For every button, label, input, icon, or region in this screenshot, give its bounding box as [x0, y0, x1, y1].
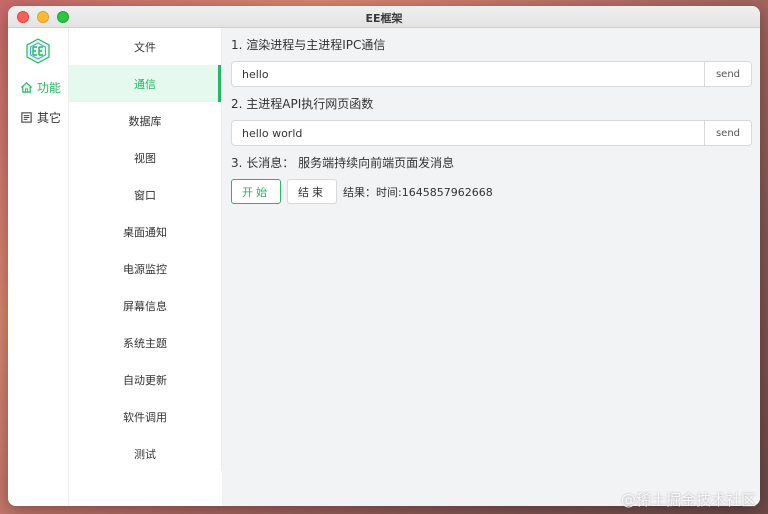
- submenu-item-communication[interactable]: 通信: [69, 65, 221, 102]
- long-message-controls: 开始 结束 结果：时间:1645857962668: [231, 179, 752, 204]
- submenu-item-system-theme[interactable]: 系统主题: [69, 324, 221, 361]
- app-body: 功能 其它 文件 通信 数据库 视图 窗口 桌面通知 电源监控 屏幕信息 系统主…: [8, 28, 760, 506]
- title-bar[interactable]: EE框架: [8, 6, 760, 28]
- rail-item-features[interactable]: 功能: [8, 72, 68, 102]
- ipc-input-group: send: [231, 61, 752, 87]
- submenu-item-file[interactable]: 文件: [69, 28, 221, 65]
- section-title-long-message: 3. 长消息： 服务端持续向前端页面发消息: [231, 156, 455, 170]
- main-content: 1. 渲染进程与主进程IPC通信 send 2. 主进程API执行网页函数 se…: [222, 28, 760, 506]
- rail-item-label: 其它: [37, 110, 62, 125]
- submenu-item-desktop-notification[interactable]: 桌面通知: [69, 213, 221, 250]
- app-window: EE框架 功能 其它 文件 通信 数据库 视图 窗口 桌面通知 电源监控 屏幕信…: [8, 6, 760, 506]
- api-send-button[interactable]: send: [704, 121, 751, 145]
- section-title-ipc: 1. 渲染进程与主进程IPC通信: [231, 38, 386, 52]
- submenu-item-screen-info[interactable]: 屏幕信息: [69, 287, 221, 324]
- app-logo-icon: [26, 38, 50, 64]
- rail-item-other[interactable]: 其它: [8, 102, 68, 132]
- submenu-item-database[interactable]: 数据库: [69, 102, 221, 139]
- submenu-item-power-monitor[interactable]: 电源监控: [69, 250, 221, 287]
- submenu-item-view[interactable]: 视图: [69, 139, 221, 176]
- start-button[interactable]: 开始: [231, 179, 281, 204]
- submenu-item-test[interactable]: 测试: [69, 435, 221, 472]
- api-message-input[interactable]: [232, 121, 704, 145]
- submenu-item-software-call[interactable]: 软件调用: [69, 398, 221, 435]
- window-title: EE框架: [365, 12, 403, 25]
- primary-nav: 功能 其它: [8, 28, 69, 506]
- section-title-api: 2. 主进程API执行网页函数: [231, 97, 374, 111]
- api-input-group: send: [231, 120, 752, 146]
- stop-button[interactable]: 结束: [287, 179, 337, 204]
- secondary-nav: 文件 通信 数据库 视图 窗口 桌面通知 电源监控 屏幕信息 系统主题 自动更新…: [69, 28, 222, 471]
- submenu-item-window[interactable]: 窗口: [69, 176, 221, 213]
- ipc-send-button[interactable]: send: [704, 62, 751, 86]
- home-icon: [20, 81, 33, 93]
- list-icon: [21, 111, 32, 123]
- submenu-item-auto-update[interactable]: 自动更新: [69, 361, 221, 398]
- watermark: @稀土掘金技术社区: [620, 491, 756, 509]
- result-text: 结果：时间:1645857962668: [343, 185, 493, 199]
- ipc-message-input[interactable]: [232, 62, 704, 86]
- rail-item-label: 功能: [37, 80, 62, 95]
